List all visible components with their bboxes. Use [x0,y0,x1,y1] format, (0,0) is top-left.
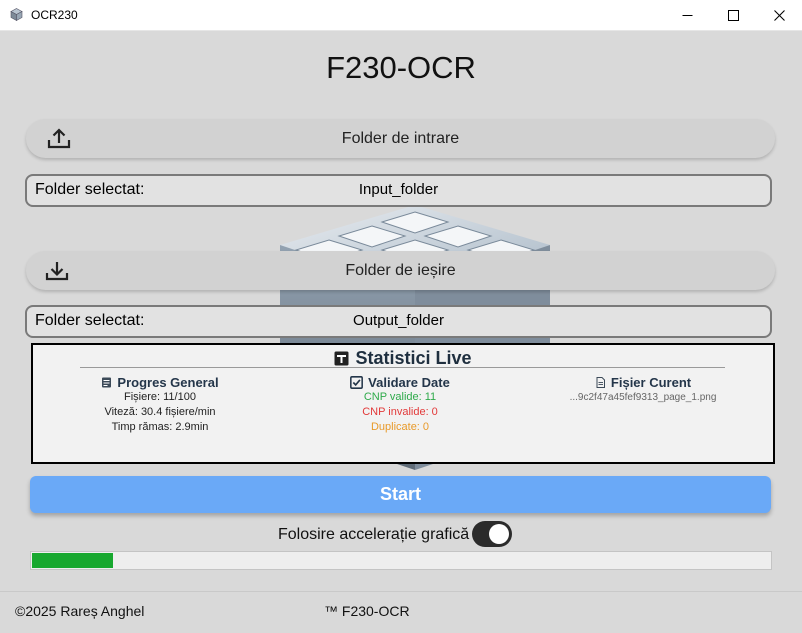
maximize-icon [727,9,739,21]
files-count: Fișiere: 11/100 [124,391,196,403]
file-icon [596,377,605,388]
stats-title-text: Statistici Live [355,348,472,368]
close-button[interactable] [756,0,802,30]
cube-icon [10,8,23,21]
progress-heading-text: Progres General [117,375,219,390]
start-button[interactable]: Start [30,476,771,513]
valid-cnp: CNP valide: 11 [363,391,437,403]
current-file-heading: Fișier Curent [543,375,743,390]
invalid-cnp: CNP invalide: 0 [362,406,438,418]
footer-brand: ™ F230-OCR [324,603,410,619]
progress-bar [30,551,772,570]
progress-icon [102,377,112,388]
progress-heading: Progres General [80,375,240,390]
current-file-column: Fișier Curent ...9c2f47a45fef9313_page_1… [543,375,743,405]
stats-divider [80,367,725,368]
minimize-icon [682,14,692,16]
output-folder-label: Folder de ieșire [345,261,456,279]
input-folder-label: Folder de intrare [341,129,460,147]
stats-icon [334,351,349,366]
input-folder-button[interactable]: Folder de intrare [26,119,775,158]
current-file-name: ...9c2f47a45fef9313_page_1.png [569,392,717,403]
duplicates-count: Duplicate: 0 [370,421,430,433]
footer-copyright: ©2025 Rareș Anghel [15,603,145,619]
live-stats-panel: Statistici Live Progres General Fișiere:… [31,343,775,464]
progress-bar-fill [32,553,113,568]
gpu-acceleration-label: Folosire accelerație grafică [278,526,470,543]
window-titlebar: OCR230 [0,0,802,31]
output-folder-field: Output_folder Folder selectat: [25,305,772,338]
validation-column: Validare Date CNP valide: 11 CNP invalid… [330,375,470,435]
input-folder-field-label: Folder selectat: [35,181,145,198]
current-file-heading-text: Fișier Curent [610,375,692,390]
window-title: OCR230 [31,8,78,22]
footer: ©2025 Rareș Anghel ™ F230-OCR [0,591,802,633]
maximize-button[interactable] [710,0,756,30]
output-folder-field-label: Folder selectat: [35,312,145,329]
minimize-button[interactable] [664,0,710,30]
output-folder-button[interactable]: Folder de ieșire [26,251,775,290]
input-folder-field: Input_folder Folder selectat: [25,174,772,207]
time-remaining: Timp rămas: 2.9min [111,421,209,433]
close-icon [773,9,785,21]
toggle-knob [489,524,509,544]
progress-column: Progres General Fișiere: 11/100 Viteză: … [80,375,240,435]
stats-title: Statistici Live [33,348,773,369]
checkbox-icon [350,376,364,389]
validation-heading: Validare Date [330,375,470,390]
validation-heading-text: Validare Date [368,375,450,390]
gpu-acceleration-toggle[interactable] [472,521,512,547]
app-title: F230-OCR [326,50,476,85]
processing-speed: Viteză: 30.4 fișiere/min [104,406,216,418]
